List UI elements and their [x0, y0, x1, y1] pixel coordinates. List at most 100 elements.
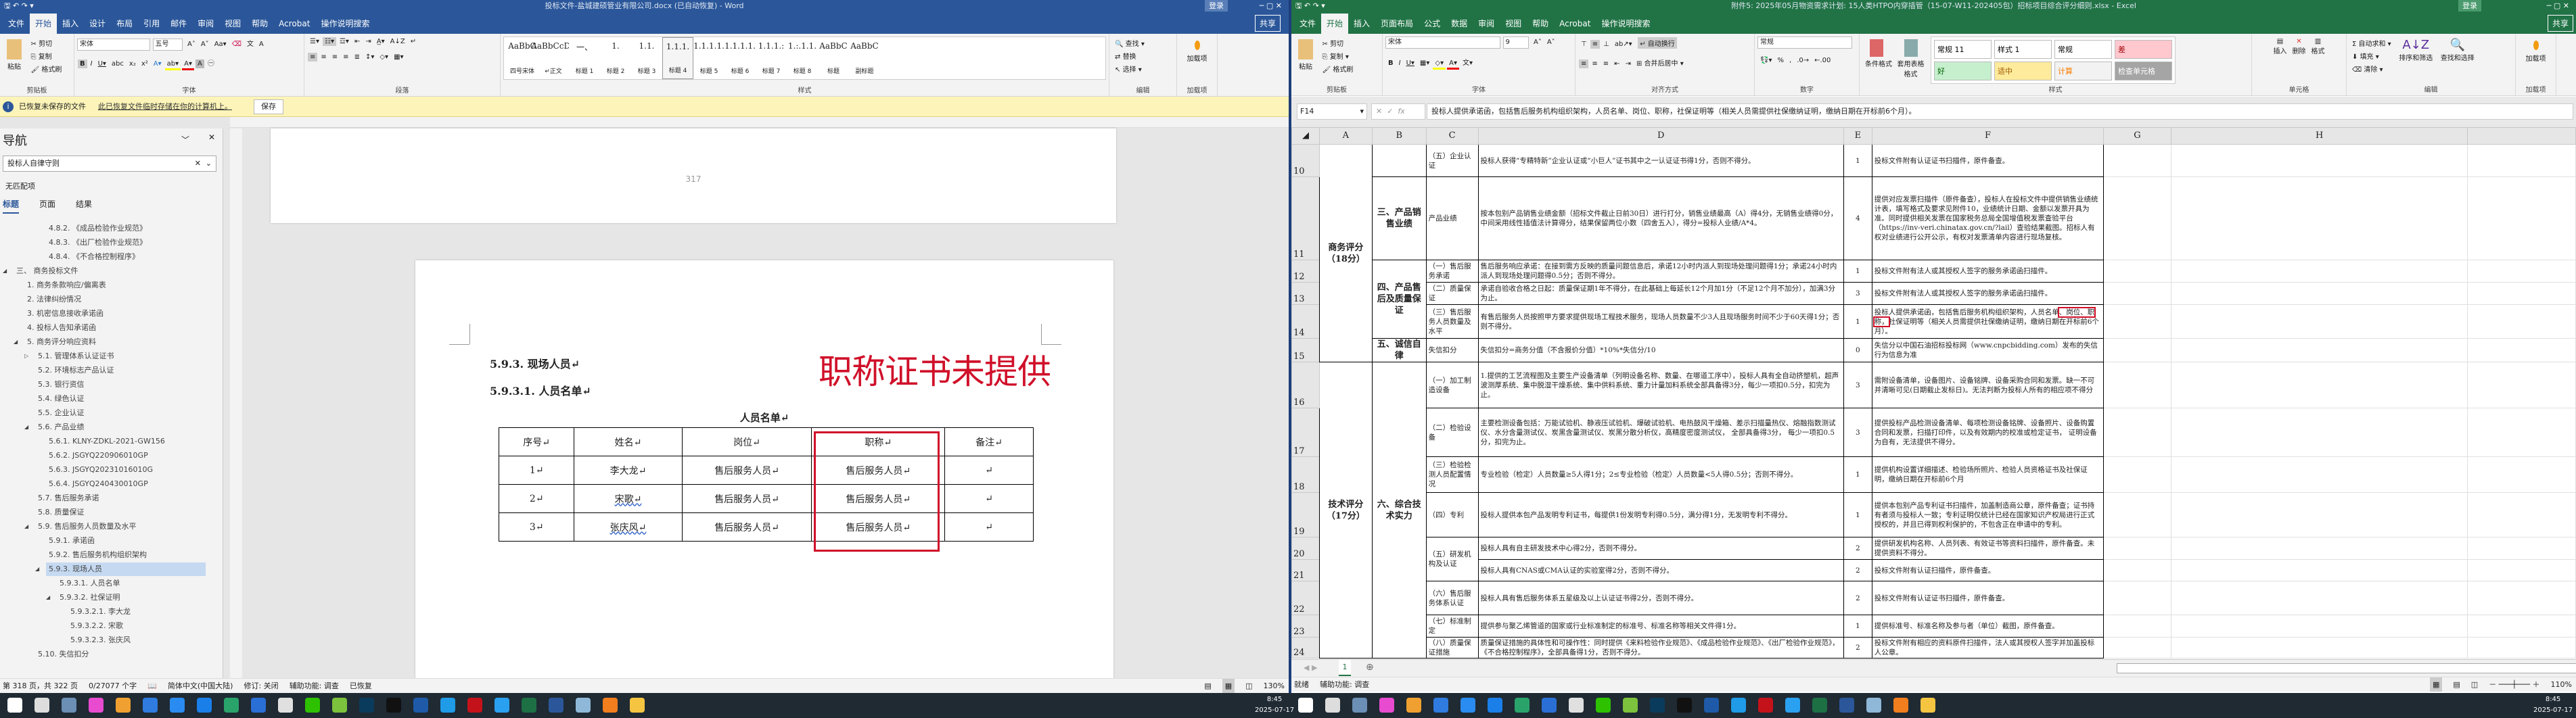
- excel-zoom-level[interactable]: 110%: [2551, 677, 2576, 692]
- cell-E16[interactable]: 3: [1843, 362, 1872, 408]
- row-header[interactable]: 20: [1291, 537, 1320, 560]
- style-7[interactable]: 1.1.1.1. 标题 6: [724, 37, 756, 79]
- qq-browser-icon[interactable]: [1731, 698, 1746, 713]
- cell-style-7[interactable]: 检查单元格: [2115, 62, 2172, 80]
- excel-icon[interactable]: [522, 698, 536, 713]
- notes-icon[interactable]: [576, 698, 591, 713]
- excel-paste-button[interactable]: 粘贴: [1295, 37, 1316, 72]
- nav-heading-item[interactable]: 5.9.1. 承诺函: [0, 534, 95, 548]
- cell-C19[interactable]: （四）专利: [1425, 492, 1479, 537]
- cell-D21[interactable]: 投标人具有CNAS或CMA认证的实验室得2分，否则不得分。: [1477, 559, 1844, 581]
- collapse-icon[interactable]: ◢: [3, 264, 7, 278]
- file-tool-icon[interactable]: [278, 698, 293, 713]
- row-header[interactable]: 19: [1291, 492, 1320, 537]
- excel-tab-4[interactable]: 公式: [1419, 14, 1446, 34]
- cell-F14[interactable]: 投标人提供承诺函，包括售后服务机构组织架构，人员名单、岗位、职称，社保证明等（相…: [1871, 304, 2104, 339]
- word-tab-2[interactable]: 插入: [57, 14, 84, 34]
- cell-E11[interactable]: 4: [1843, 176, 1872, 260]
- word-tab-4[interactable]: 布局: [111, 14, 138, 34]
- row-header[interactable]: 11: [1291, 176, 1320, 260]
- bold-button[interactable]: B: [78, 59, 87, 68]
- cell-H18[interactable]: [2170, 456, 2468, 493]
- cell-I23[interactable]: [2467, 615, 2576, 638]
- multilevel-icon[interactable]: ☲▾: [338, 37, 351, 46]
- excel-align-center-icon[interactable]: ≡: [1590, 59, 1599, 68]
- search-dropdown-icon[interactable]: ⌄: [206, 156, 212, 171]
- read-mode-icon[interactable]: ▤: [1204, 679, 1211, 693]
- table-cell[interactable]: 3↵: [498, 512, 575, 542]
- nav-heading-item[interactable]: 5.7. 售后服务承诺: [0, 492, 99, 505]
- photo-viewer-icon[interactable]: [116, 698, 131, 713]
- increase-decimal-icon[interactable]: .0→: [1795, 56, 1811, 65]
- cell-G20[interactable]: [2103, 537, 2171, 560]
- sort-filter-button[interactable]: A↓Z 排序和筛选: [2397, 37, 2435, 63]
- cell-H17[interactable]: [2170, 408, 2468, 457]
- nav-heading-item[interactable]: 4. 投标人告知承诺函: [0, 321, 96, 335]
- cell-E12[interactable]: 1: [1843, 260, 1872, 283]
- find-button[interactable]: 🔍 查找 ▾: [1113, 37, 1147, 49]
- window-controls[interactable]: ─ ▢ ✕: [1260, 0, 1282, 11]
- cell-G10[interactable]: [2103, 144, 2171, 177]
- word-count[interactable]: 0/27077 个字: [89, 679, 137, 693]
- column-header-C[interactable]: C: [1425, 127, 1479, 145]
- add-sheet-icon[interactable]: ⊕: [1366, 662, 1374, 673]
- cell-G22[interactable]: [2103, 581, 2171, 615]
- photoshop-icon[interactable]: [1650, 698, 1665, 713]
- cell-E22[interactable]: 2: [1843, 581, 1872, 615]
- word-icon[interactable]: [549, 698, 564, 713]
- cell-G12[interactable]: [2103, 260, 2171, 283]
- nav-heading-item[interactable]: 5.9.3.2.2. 宋歌: [0, 619, 123, 633]
- cell-H21[interactable]: [2170, 559, 2468, 581]
- table-cell[interactable]: 售后服务人员↵: [681, 484, 812, 513]
- cell-I22[interactable]: [2467, 581, 2576, 615]
- nav-heading-item[interactable]: 4.8.2. 《成品检验作业规范》: [0, 222, 147, 235]
- orientation-icon[interactable]: ab↗▾: [1613, 40, 1634, 49]
- formula-input[interactable]: 投标人提供承诺函，包括售后服务机构组织架构，人员名单、岗位、职称，社保证明等（相…: [1427, 103, 2573, 120]
- excel-tab-8[interactable]: 帮助: [1527, 14, 1554, 34]
- browser-2-icon[interactable]: [495, 698, 509, 713]
- replace-button[interactable]: ⇄ 替换: [1113, 50, 1138, 62]
- start-icon[interactable]: [1298, 698, 1313, 713]
- nav-heading-item[interactable]: 5.9.2. 售后服务机构组织架构: [0, 548, 147, 562]
- nav-heading-item[interactable]: 5.6.4. JSGYQ240430010GP: [0, 477, 148, 491]
- cell-D23[interactable]: 提供参与聚乙烯管道的国家或行业标准制定的标准号、标准名称等相关文件得1分。: [1477, 615, 1844, 638]
- grow-font-icon[interactable]: A˄: [185, 40, 198, 49]
- print-layout-icon[interactable]: ▦: [1222, 679, 1235, 693]
- track-changes[interactable]: 修订: 关闭: [244, 679, 278, 693]
- column-header-blank[interactable]: [2467, 127, 2576, 145]
- excel-icon[interactable]: [1812, 698, 1827, 713]
- borders-icon[interactable]: ▦▾: [392, 53, 405, 62]
- column-header-A[interactable]: A: [1318, 127, 1373, 145]
- wechat-icon[interactable]: [1596, 698, 1611, 713]
- acrobat-icon[interactable]: [1758, 698, 1773, 713]
- select-all-corner[interactable]: ◢: [1291, 127, 1320, 145]
- cell-D10[interactable]: 投标人获得“专精特新”企业认证或“小巨人”证书其中之一认证证书得1分，否则不得分…: [1477, 144, 1844, 177]
- excel-font-size-select[interactable]: 9: [1502, 37, 1529, 49]
- excel-font-color-icon[interactable]: A▾: [1447, 59, 1459, 70]
- recovery-link[interactable]: 此已恢复文件临时存储在你的计算机上。: [98, 97, 232, 117]
- nav-tab-2[interactable]: 结果: [76, 198, 92, 214]
- browser-icon[interactable]: [197, 698, 212, 713]
- cell-F15[interactable]: 失信分以中国石油招标投标网（www.cnpcbidding.com）发布的失信行…: [1871, 338, 2104, 362]
- delete-cells-button[interactable]: ✕ 删除: [2291, 37, 2308, 56]
- cell-style-1[interactable]: 样式 1: [1994, 40, 2052, 59]
- cell-I15[interactable]: [2467, 338, 2576, 362]
- cell-D18[interactable]: 专业检验（检定）人员数量≥5人得1分；2≤专业检验（检定）人员数量<5人得0.5…: [1477, 456, 1844, 493]
- excel-shrink-font-icon[interactable]: A˅: [1545, 38, 1557, 47]
- word-tab-7[interactable]: 审阅: [192, 14, 219, 34]
- excel-grow-font-icon[interactable]: A˄: [1532, 38, 1544, 47]
- cell-H14[interactable]: [2170, 304, 2468, 339]
- cell-C16[interactable]: （一）加工制造设备: [1425, 362, 1479, 408]
- expand-icon[interactable]: ▷: [24, 350, 28, 363]
- style-3[interactable]: 1. 标题 2: [600, 37, 631, 79]
- qq-browser-icon[interactable]: [440, 698, 455, 713]
- phonetic-icon[interactable]: 文: [245, 37, 256, 49]
- excel-bold-button[interactable]: B: [1386, 59, 1396, 68]
- file-tool-icon[interactable]: [1569, 698, 1584, 713]
- excel-align-left-icon[interactable]: ≡: [1579, 59, 1589, 68]
- table-cell[interactable]: ↵: [944, 512, 1034, 542]
- nav-search-input[interactable]: 投标人自律守则 ✕ ⌄: [3, 155, 216, 172]
- proofing-icon[interactable]: 📖: [147, 679, 157, 693]
- style-8[interactable]: 1.1.1.: 标题 7: [756, 37, 787, 79]
- collapse-icon[interactable]: ◢: [35, 563, 39, 576]
